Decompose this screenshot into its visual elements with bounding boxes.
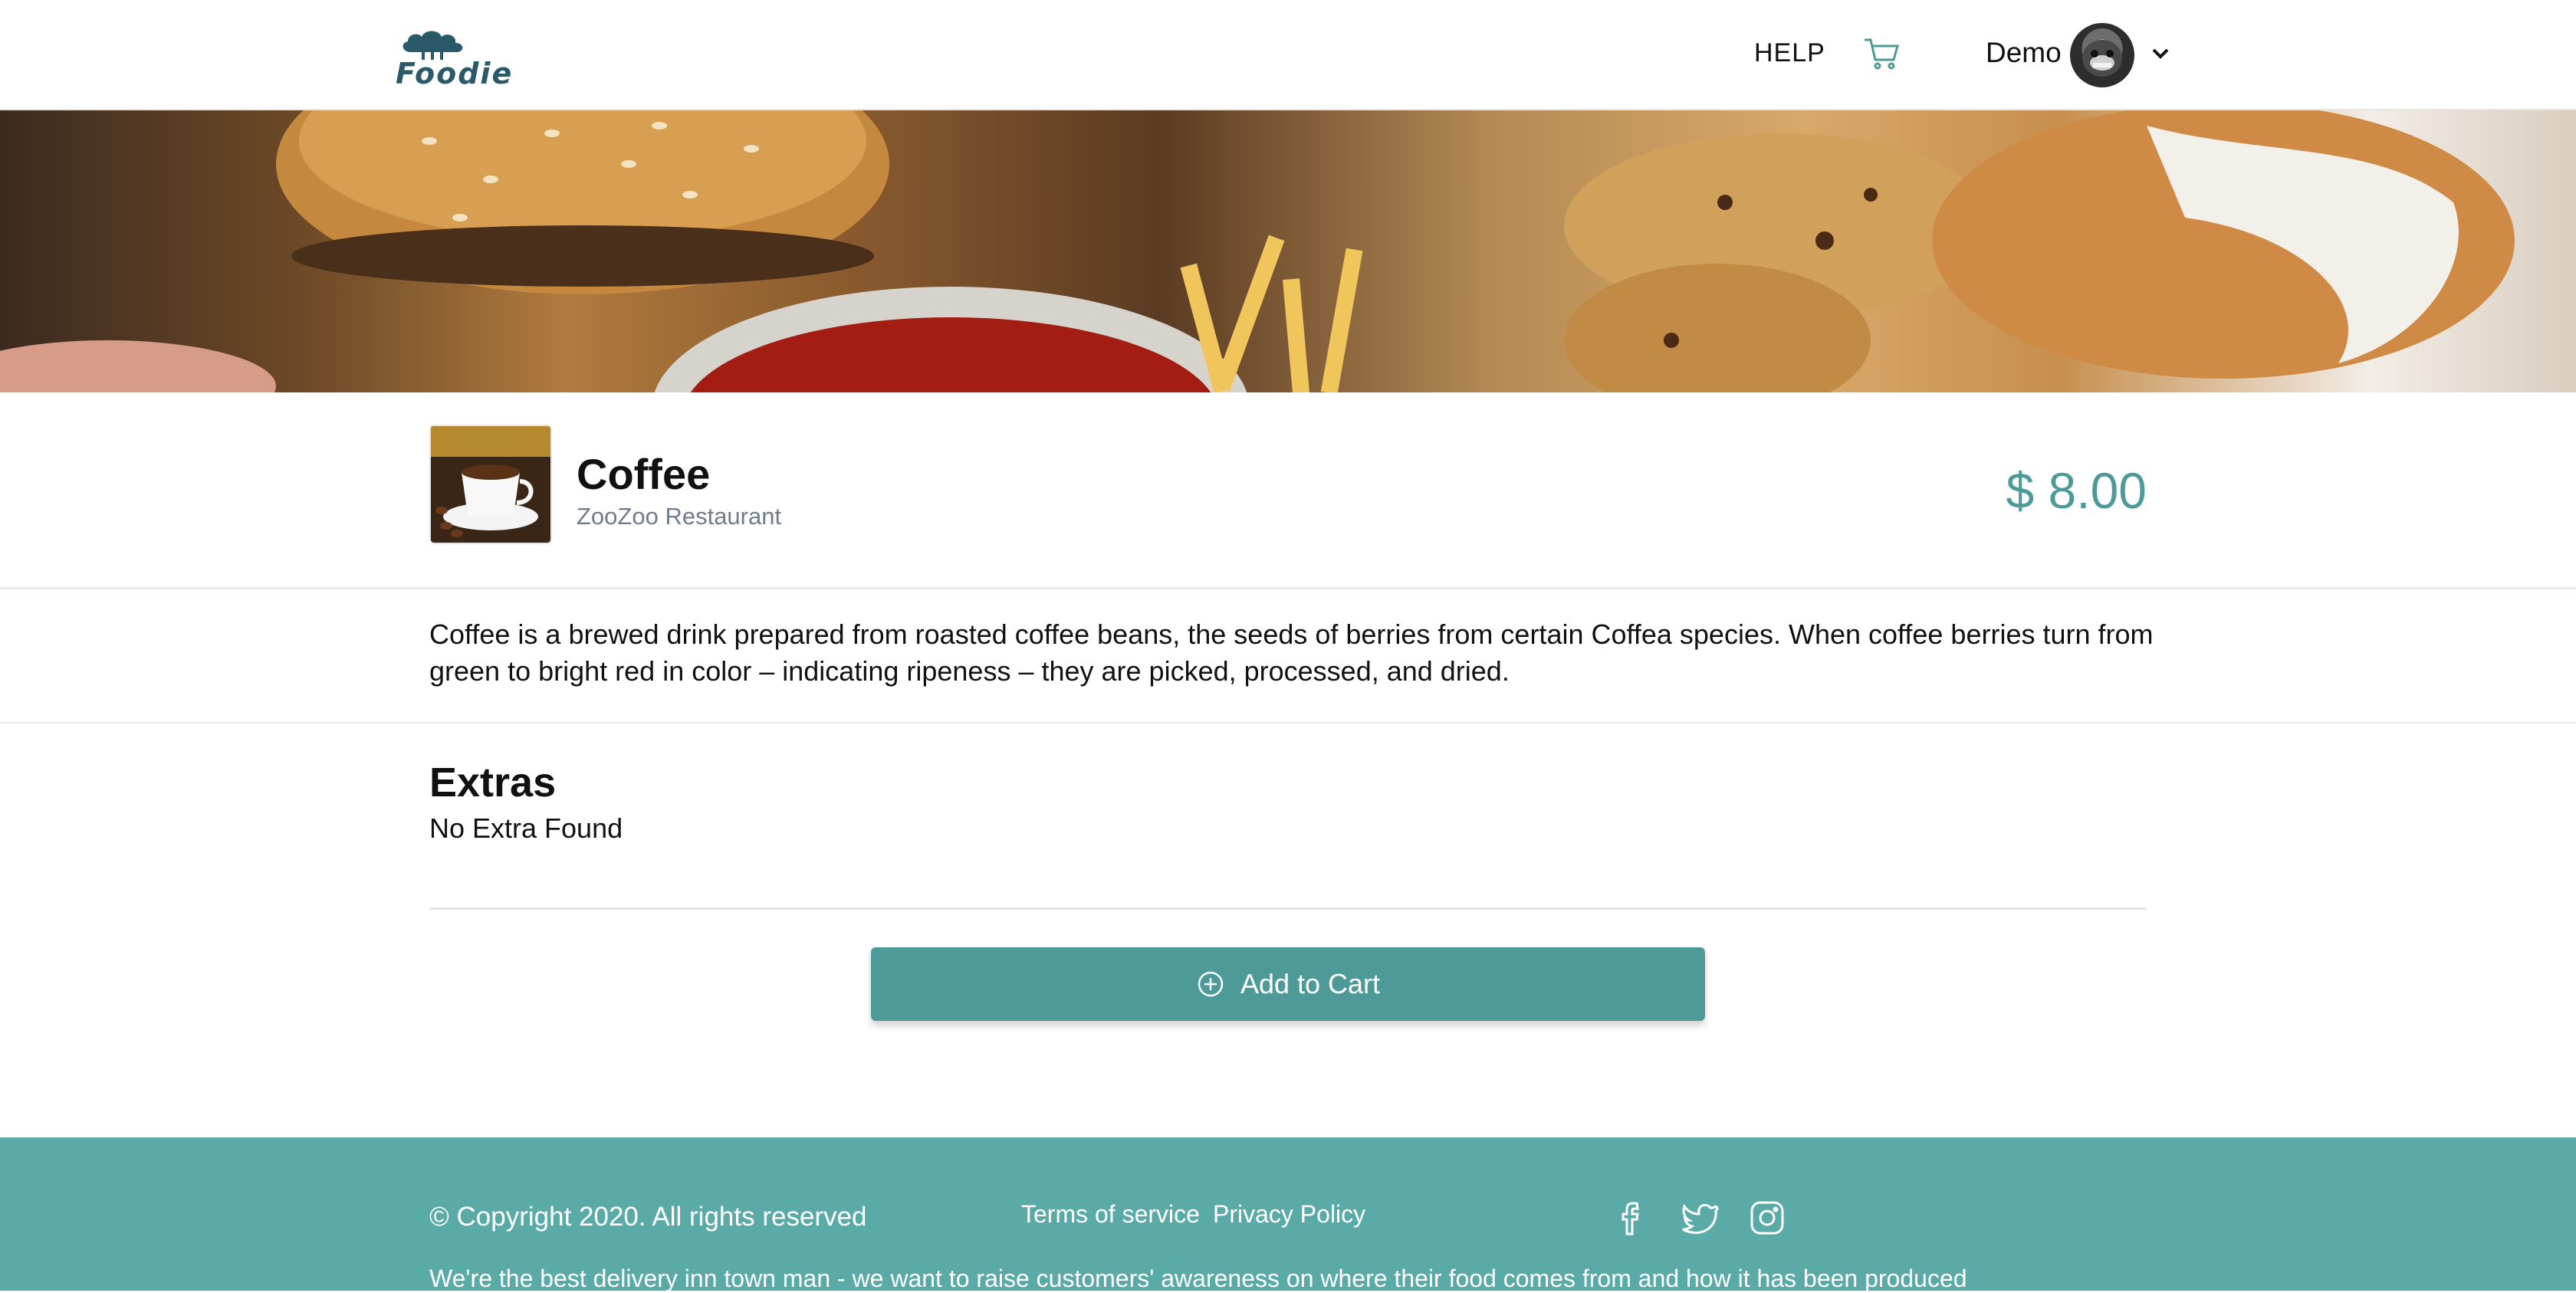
divider xyxy=(429,907,2147,910)
product-price: $ 8.00 xyxy=(2006,462,2147,519)
extras-heading: Extras xyxy=(429,760,557,806)
facebook-icon[interactable] xyxy=(1613,1197,1654,1239)
restaurant-name[interactable]: ZooZoo Restaurant xyxy=(577,503,781,530)
product-thumbnail xyxy=(429,425,552,544)
help-link[interactable]: HELP xyxy=(1754,38,1825,68)
user-avatar[interactable] xyxy=(2070,23,2134,87)
instagram-icon[interactable] xyxy=(1746,1197,1788,1239)
plus-circle-icon xyxy=(1198,971,1224,997)
divider xyxy=(0,722,2576,724)
top-navbar: Foodie HELP Demo xyxy=(0,0,2576,110)
privacy-policy-link[interactable]: Privacy Policy xyxy=(1213,1200,1365,1229)
copyright-text: © Copyright 2020. All rights reserved xyxy=(429,1202,867,1232)
product-description: Coffee is a brewed drink prepared from r… xyxy=(429,619,2154,687)
terms-of-service-link[interactable]: Terms of service xyxy=(1021,1200,1200,1229)
logo-text: Foodie xyxy=(396,57,514,90)
cart-icon[interactable] xyxy=(1861,34,1901,74)
add-to-cart-label: Add to Cart xyxy=(1240,968,1381,999)
foodie-logo[interactable]: Foodie xyxy=(396,23,511,90)
extras-empty-message: No Extra Found xyxy=(429,812,623,844)
user-name[interactable]: Demo xyxy=(1986,37,2062,69)
product-title: Coffee xyxy=(577,450,711,498)
chevron-down-icon[interactable] xyxy=(2150,44,2171,63)
twitter-icon[interactable] xyxy=(1679,1197,1720,1239)
divider xyxy=(0,587,2576,589)
add-to-cart-button[interactable]: Add to Cart xyxy=(871,947,1705,1021)
cloud-logo-icon xyxy=(402,31,463,60)
footer-tagline: We're the best delivery inn town man - w… xyxy=(429,1265,1967,1292)
footer: © Copyright 2020. All rights reserved Te… xyxy=(0,1137,2576,1292)
hero-banner-image xyxy=(0,110,2576,392)
